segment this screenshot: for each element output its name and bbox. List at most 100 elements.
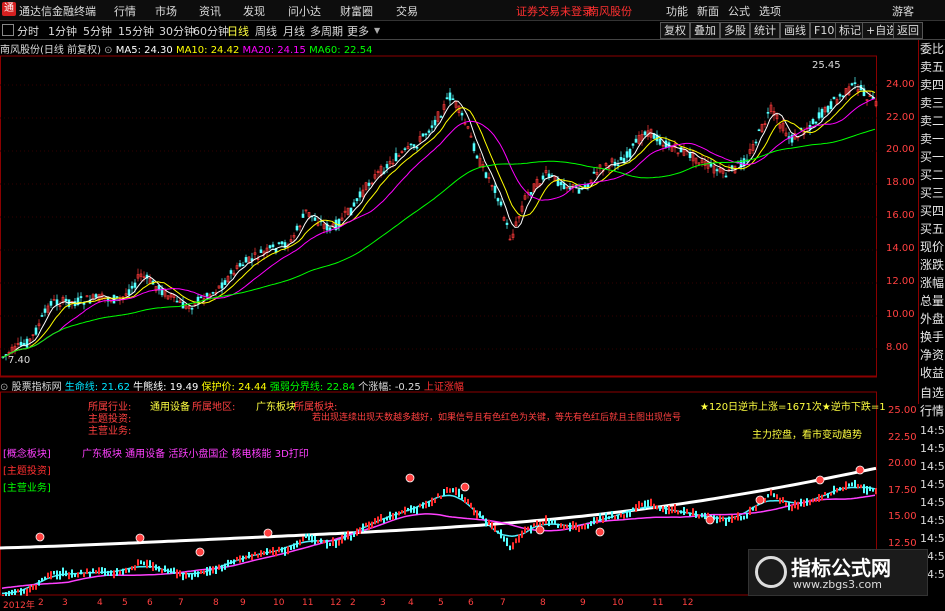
daily-change-value: 个涨幅: -0.25 [358, 382, 421, 393]
indicator-candle [167, 568, 169, 574]
menu-item-options[interactable]: 选项 [759, 3, 781, 19]
toolbar-button-multi-stock[interactable]: 多股 [720, 22, 750, 39]
side-label[interactable]: 买三 [920, 186, 945, 200]
period-1min[interactable]: 1分钟 [48, 23, 77, 39]
period-monthly[interactable]: 月线 [283, 23, 305, 39]
period-more[interactable]: 更多 [347, 23, 369, 39]
tag-business[interactable]: [主营业务] [3, 479, 51, 494]
menu-item-formula[interactable]: 公式 [728, 3, 750, 19]
side-label[interactable]: 卖一 [920, 132, 945, 146]
period-daily[interactable]: 日线 [227, 23, 249, 39]
side-label[interactable]: 买二 [920, 168, 945, 182]
toolbar-button-draw[interactable]: 画线 [780, 22, 810, 39]
period-multi[interactable]: 多周期 [310, 23, 343, 39]
indicator-candle [29, 585, 31, 593]
side-tab-favorites[interactable]: 自选 [920, 386, 945, 400]
x-tick: 9 [580, 598, 586, 608]
menu-item-market[interactable]: 市场 [155, 3, 177, 19]
candle [811, 118, 815, 125]
tag-theme[interactable]: [主题投资] [3, 462, 51, 477]
toolbar-button-overlay[interactable]: 叠加 [690, 22, 720, 39]
y-tick: 14.00 [886, 243, 915, 254]
indicator-candle [152, 562, 154, 571]
indicator-candle [614, 515, 616, 520]
indicator-candle [80, 569, 82, 575]
indicator-candle [263, 551, 265, 556]
period-15min[interactable]: 15分钟 [118, 23, 154, 39]
toolbar-button-back[interactable]: 返回 [893, 22, 923, 39]
side-label[interactable]: 委比 [920, 42, 945, 56]
indicator-candle [809, 499, 811, 506]
side-label[interactable]: 总量 [920, 294, 945, 308]
indicator-candle [602, 516, 604, 524]
period-5min[interactable]: 5分钟 [83, 23, 112, 39]
indicator-candle [434, 498, 436, 504]
toolbar-button-statistics[interactable]: 统计 [750, 22, 780, 39]
x-tick: 5 [122, 598, 128, 608]
side-label[interactable]: 卖五 [920, 60, 945, 74]
indicator-candle [494, 525, 496, 532]
menu-item-function[interactable]: 功能 [666, 3, 688, 19]
side-label[interactable]: 现价 [920, 240, 945, 254]
chart-area[interactable] [0, 40, 918, 596]
indicator-candle [704, 512, 706, 520]
menu-item-ask[interactable]: 问小达 [288, 3, 321, 19]
indicator-candle [191, 573, 193, 580]
candle [841, 95, 845, 98]
indicator-candle [305, 533, 307, 539]
indicator-candle [674, 504, 676, 513]
y-tick: 10.00 [886, 309, 915, 320]
chevron-left-icon[interactable] [2, 24, 14, 36]
side-label[interactable]: 收益 [920, 366, 945, 380]
menu-item-new-page[interactable]: 新面 [697, 3, 719, 19]
watermark-banner: 指标公式网 www.zbgs3.com [748, 549, 928, 596]
toolbar-button-restore[interactable]: 复权 [660, 22, 690, 39]
side-label[interactable]: 买四 [920, 204, 945, 218]
settings-icon[interactable]: ⊙ [0, 382, 8, 393]
indicator-candle [872, 488, 874, 492]
menu-item-discover[interactable]: 发现 [243, 3, 265, 19]
menu-item-wealth[interactable]: 财富圈 [340, 3, 373, 19]
indicator-candle [299, 539, 301, 546]
candle [133, 282, 137, 288]
period-weekly[interactable]: 周线 [255, 23, 277, 39]
indicator-candle [335, 540, 337, 548]
indicator-candle [365, 522, 367, 527]
period-minute[interactable]: 分时 [17, 23, 39, 39]
menu-item-news[interactable]: 资讯 [199, 3, 221, 19]
indicator-candle [617, 515, 619, 520]
tag-concept[interactable]: [概念板块] [3, 445, 51, 460]
side-label[interactable]: 卖四 [920, 78, 945, 92]
side-label[interactable]: 涨跌 [920, 258, 945, 272]
signal-marker [855, 465, 865, 475]
indicator-candle [812, 498, 814, 503]
user-label[interactable]: 游客 [892, 3, 914, 19]
indicator-candle [512, 542, 514, 550]
menu-item-quotes[interactable]: 行情 [114, 3, 136, 19]
indicator-candle [458, 488, 460, 498]
period-30min[interactable]: 30分钟 [159, 23, 195, 39]
candle [493, 185, 497, 193]
toolbar-button-mark[interactable]: 标记 [835, 22, 865, 39]
side-tab-quotes[interactable]: 行情 [920, 404, 945, 418]
period-60min[interactable]: 60分钟 [193, 23, 229, 39]
indicator-candle [17, 589, 19, 593]
indicator-candle [608, 516, 610, 520]
indicator-candle [548, 518, 550, 527]
side-label[interactable]: 卖二 [920, 114, 945, 128]
indicator-candle [815, 498, 817, 502]
menu-item-trade[interactable]: 交易 [396, 3, 418, 19]
side-label[interactable]: 买五 [920, 222, 945, 236]
side-label[interactable]: 换手 [920, 330, 945, 344]
side-label[interactable]: 买一 [920, 150, 945, 164]
side-label[interactable]: 涨幅 [920, 276, 945, 290]
indicator-candle [62, 567, 64, 577]
side-label[interactable]: 净资 [920, 348, 945, 362]
side-label[interactable]: 外盘 [920, 312, 945, 326]
chevron-down-icon[interactable]: ▼ [374, 26, 380, 35]
side-label[interactable]: 卖三 [920, 96, 945, 110]
indicator-candle [11, 589, 13, 595]
y-tick: 22.00 [886, 112, 915, 123]
candle [94, 294, 98, 298]
login-status[interactable]: 证券交易未登录 [516, 3, 593, 19]
